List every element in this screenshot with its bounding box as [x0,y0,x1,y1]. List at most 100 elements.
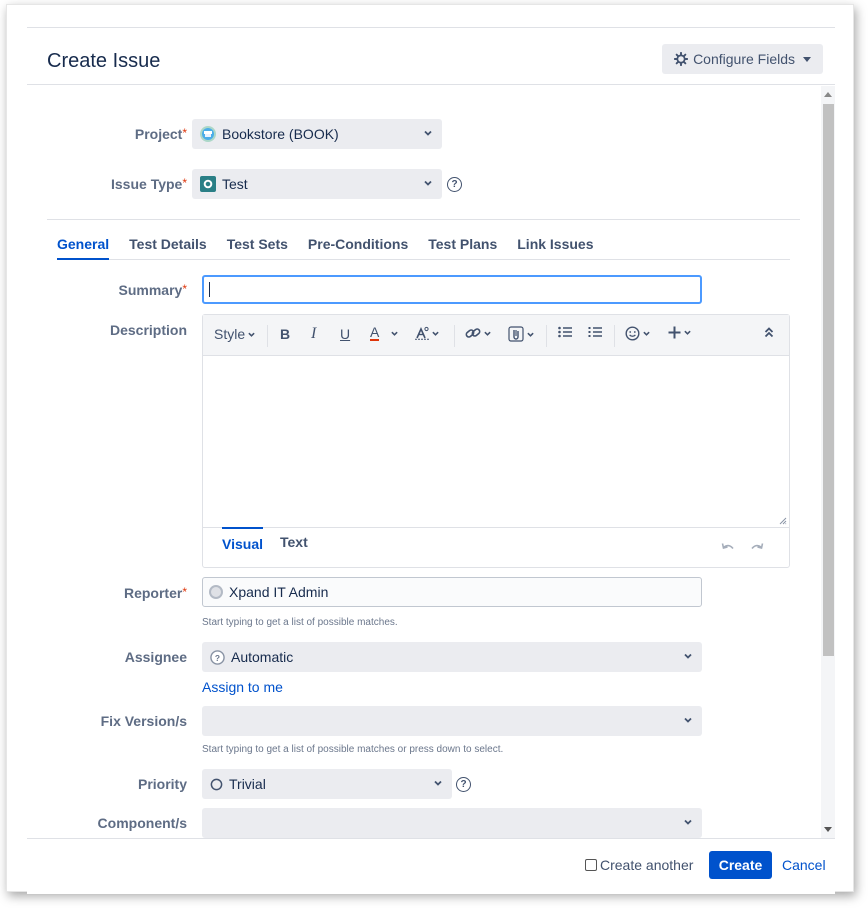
insert-more-button[interactable] [668,326,691,339]
fix-version-select[interactable] [202,706,702,736]
editor-mode-tabs: Visual Text [203,527,789,567]
project-value: Bookstore (BOOK) [222,126,339,142]
style-dropdown[interactable]: Style [214,326,255,342]
reporter-value: Xpand IT Admin [229,584,329,600]
chevron-down-icon [684,819,692,825]
tab-pre-conditions[interactable]: Pre-Conditions [308,236,408,260]
chevron-down-icon [424,180,432,186]
priority-value: Trivial [229,776,266,792]
toolbar-separator [546,325,547,347]
description-textarea[interactable] [203,357,789,527]
toolbar-separator [454,325,455,347]
text-cursor [209,282,210,297]
italic-button[interactable]: I [311,325,316,343]
double-chevron-up-icon [764,327,774,338]
assignee-select[interactable]: ? Automatic [202,642,702,672]
create-another-label: Create another [600,857,694,873]
issue-type-value: Test [222,176,248,192]
editor-toolbar: Style B I U A [203,315,789,356]
chevron-down-icon [432,331,439,336]
tab-test-plans[interactable]: Test Plans [428,236,497,260]
priority-select[interactable]: Trivial [202,769,452,799]
bullet-list-button[interactable] [558,326,572,338]
chevron-down-icon [434,780,442,786]
description-editor: Style B I U A Visual Text [202,314,790,568]
issue-type-help-icon[interactable]: ? [447,177,462,192]
scroll-down-arrow-icon[interactable] [824,827,832,832]
toolbar-separator [267,325,268,347]
issue-type-label: Issue Type* [111,176,187,192]
dialog-header: Create Issue Configure Fields [27,28,835,85]
tab-visual[interactable]: Visual [222,527,263,556]
create-another-option[interactable]: Create another [585,857,693,873]
create-button[interactable]: Create [709,851,772,879]
project-select[interactable]: Bookstore (BOOK) [192,119,442,149]
content-scrollbar[interactable] [821,86,835,838]
project-label: Project* [134,126,187,142]
reporter-label: Reporter* [123,585,187,601]
chevron-down-icon [484,331,491,336]
scroll-up-arrow-icon[interactable] [824,92,832,97]
redo-icon[interactable] [750,542,764,554]
tab-link-issues[interactable]: Link Issues [517,236,593,260]
text-color-button[interactable]: A [370,324,399,341]
tab-general[interactable]: General [57,236,110,260]
reporter-field[interactable]: Xpand IT Admin [202,577,702,607]
dialog-title: Create Issue [47,50,161,72]
configure-fields-label: Configure Fields [693,51,795,67]
components-select[interactable] [202,808,702,838]
create-another-checkbox[interactable] [585,859,597,871]
project-avatar-icon [200,126,216,142]
priority-trivial-icon [210,778,223,790]
chevron-down-icon [391,331,399,336]
text-format-icon [415,326,429,340]
undo-icon[interactable] [721,542,735,554]
numbered-list-button[interactable] [588,326,602,338]
bold-button[interactable]: B [280,326,290,342]
create-issue-dialog: Create Issue Configure Fields Project* B… [27,27,835,894]
numbered-list-icon [588,327,602,337]
text-color-icon: A [370,324,380,341]
emoji-button[interactable] [625,326,650,341]
issue-tabs: General Test Details Test Sets Pre-Condi… [57,236,790,260]
link-icon [465,328,481,338]
style-label: Style [214,326,246,342]
resize-handle-icon[interactable] [779,517,787,525]
text-format-button[interactable] [415,326,439,340]
issue-type-select[interactable]: Test [192,169,442,199]
caret-down-icon [803,56,811,62]
section-divider [47,219,800,220]
description-label: Description [109,322,187,338]
tab-text[interactable]: Text [280,534,308,554]
scrollbar-thumb[interactable] [823,104,834,656]
chevron-down-icon [684,717,692,723]
chevron-down-icon [424,130,432,136]
chevron-down-icon [684,330,691,335]
tab-test-sets[interactable]: Test Sets [227,236,288,260]
link-button[interactable] [465,326,491,340]
dialog-content: Project* Bookstore (BOOK) Issue Type* Te… [27,86,821,838]
tab-test-details[interactable]: Test Details [129,236,207,260]
reporter-hint: Start typing to get a list of possible m… [202,617,398,628]
priority-help-icon[interactable]: ? [456,777,471,792]
fix-version-hint: Start typing to get a list of possible m… [202,744,504,755]
plus-icon [668,326,681,339]
assign-to-me-link[interactable]: Assign to me [202,679,283,695]
fix-version-label: Fix Version/s [100,713,187,729]
assignee-label: Assignee [124,649,187,665]
configure-fields-button[interactable]: Configure Fields [662,44,823,74]
chevron-down-icon [643,331,650,336]
summary-label: Summary* [118,282,187,298]
cancel-link[interactable]: Cancel [782,857,826,873]
emoji-icon [625,326,640,341]
chevron-down-icon [248,332,255,337]
svg-text:?: ? [215,652,220,662]
collapse-toolbar-button[interactable] [764,326,774,338]
chevron-down-icon [527,332,534,337]
gear-icon [674,52,689,66]
underline-button[interactable]: U [340,326,350,342]
summary-input[interactable] [202,275,702,304]
attachment-icon [508,326,524,342]
assignee-value: Automatic [231,649,294,665]
attachment-button[interactable] [508,326,534,342]
